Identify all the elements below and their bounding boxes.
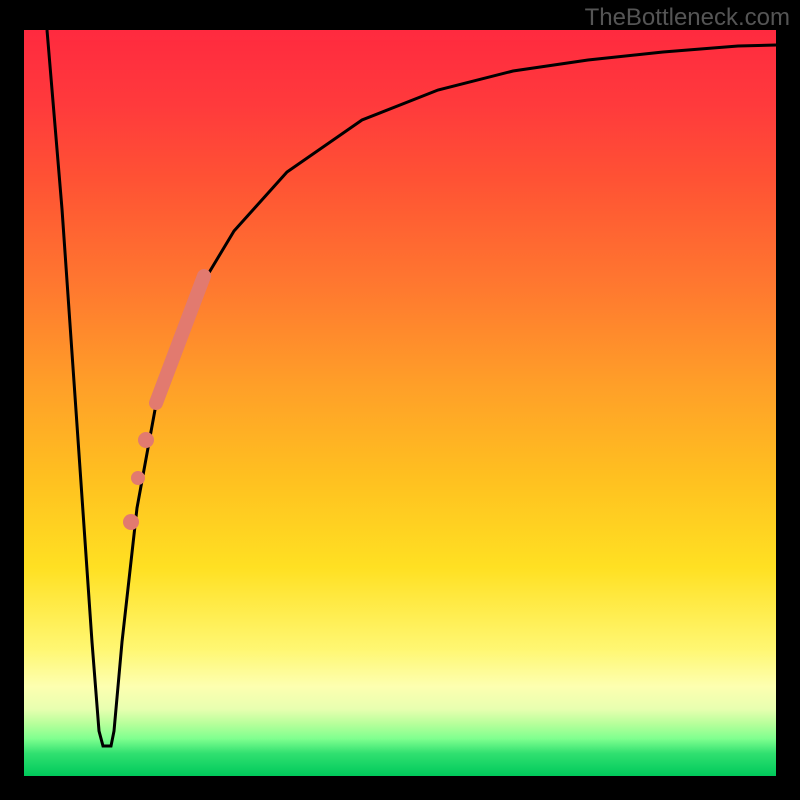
chart-container: TheBottleneck.com [0,0,800,800]
curve-svg [24,30,776,776]
watermark-text: TheBottleneck.com [585,4,790,32]
highlight-segment [156,276,204,403]
highlight-dot-2 [131,471,145,485]
highlight-dot-3 [123,514,139,530]
plot-area [24,30,776,776]
highlight-dot-1 [138,432,154,448]
